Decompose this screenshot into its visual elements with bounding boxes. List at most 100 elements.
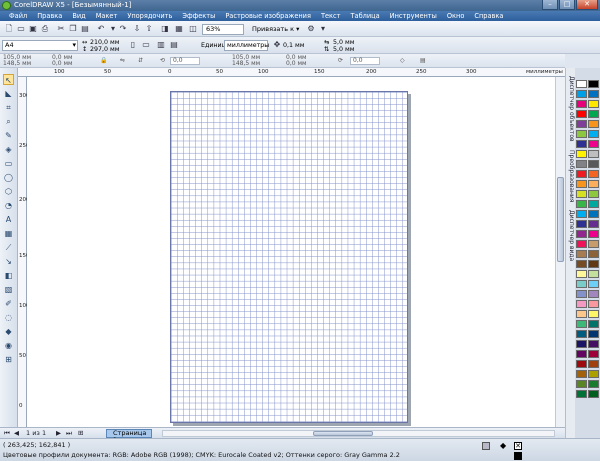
undo-dropdown-icon[interactable]: ▾ <box>108 24 118 34</box>
color-swatch[interactable] <box>576 350 587 358</box>
color-swatch[interactable] <box>588 300 599 308</box>
options-dropdown-icon[interactable]: ▾ <box>318 24 328 34</box>
color-swatch[interactable] <box>576 210 587 218</box>
basic-shapes-icon[interactable]: ◔ <box>3 200 14 211</box>
fill-tool-icon[interactable]: ◆ <box>3 326 14 337</box>
connector-tool-icon[interactable]: ↘ <box>3 256 14 267</box>
nudge-distance-field[interactable]: 0,1 мм <box>283 42 305 49</box>
export-icon[interactable]: ⇧ <box>144 24 154 34</box>
print-icon[interactable]: ⎙ <box>40 24 50 34</box>
color-swatch[interactable] <box>576 340 587 348</box>
menu-window[interactable]: Окно <box>442 11 470 21</box>
color-swatch[interactable] <box>576 100 587 108</box>
color-swatch[interactable] <box>588 210 599 218</box>
copy-icon[interactable]: ❐ <box>68 24 78 34</box>
color-swatch[interactable] <box>588 340 599 348</box>
color-swatch[interactable] <box>576 260 587 268</box>
size-h-field[interactable]: 0,0 мм <box>52 61 73 67</box>
color-swatch[interactable] <box>576 90 587 98</box>
cut-icon[interactable]: ✂ <box>56 24 66 34</box>
color-swatch[interactable] <box>588 390 599 398</box>
color-swatch[interactable] <box>588 230 599 238</box>
landscape-icon[interactable]: ▭ <box>141 40 151 50</box>
color-swatch[interactable] <box>576 230 587 238</box>
color-swatch[interactable] <box>588 90 599 98</box>
crop-tool-icon[interactable]: ⌗ <box>3 102 14 113</box>
wrap-text-icon[interactable]: ▤ <box>420 58 426 64</box>
color-swatch[interactable] <box>576 190 587 198</box>
convert-to-curves-icon[interactable]: ◇ <box>400 58 405 64</box>
menu-arrange[interactable]: Упорядочить <box>122 11 177 21</box>
minimize-button[interactable]: – <box>542 0 558 10</box>
redo-icon[interactable]: ↷ <box>118 24 128 34</box>
color-swatch[interactable] <box>588 200 599 208</box>
application-launcher-icon[interactable]: ◨ <box>160 24 170 34</box>
snap-to-button[interactable]: Привязать к ▾ <box>252 24 302 35</box>
prev-page-icon[interactable]: ◀ <box>14 429 19 438</box>
color-swatch[interactable] <box>576 370 587 378</box>
mesh-fill-icon[interactable]: ⊞ <box>3 354 14 365</box>
color-swatch[interactable] <box>588 250 599 258</box>
vertical-ruler[interactable]: 300 250 200 150 100 50 0 <box>18 77 30 427</box>
color-swatch[interactable] <box>588 170 599 178</box>
color-swatch[interactable] <box>588 110 599 118</box>
blend-tool-icon[interactable]: ◧ <box>3 270 14 281</box>
docker-tab-view-manager[interactable]: Диспетчер вида <box>567 210 575 261</box>
color-swatch[interactable] <box>588 180 599 188</box>
mirror-vertical-icon[interactable]: ⇵ <box>138 58 143 64</box>
color-swatch[interactable] <box>588 80 599 88</box>
interactive-fill-icon[interactable]: ◉ <box>3 340 14 351</box>
color-swatch[interactable] <box>576 270 587 278</box>
color-swatch[interactable] <box>588 150 599 158</box>
angle2-field[interactable]: 0,0 <box>350 57 380 65</box>
menu-layout[interactable]: Макет <box>91 11 123 21</box>
drawing-page-grid[interactable] <box>170 91 408 423</box>
color-swatch[interactable] <box>576 120 587 128</box>
color-swatch[interactable] <box>588 290 599 298</box>
import-icon[interactable]: ⇩ <box>132 24 142 34</box>
next-page-icon[interactable]: ▶ <box>56 429 61 438</box>
color-swatch[interactable] <box>588 330 599 338</box>
menu-file[interactable]: Файл <box>4 11 32 21</box>
freehand-tool-icon[interactable]: ✎ <box>3 130 14 141</box>
docker-tab-object-manager[interactable]: Диспетчер объектов <box>567 76 575 142</box>
close-button[interactable]: ✕ <box>576 0 598 10</box>
transparency-tool-icon[interactable]: ▧ <box>3 284 14 295</box>
dimension-tool-icon[interactable]: ⟋ <box>3 242 14 253</box>
color-swatch[interactable] <box>576 110 587 118</box>
color-swatch[interactable] <box>576 150 587 158</box>
pos-y-field[interactable]: 148,5 мм <box>3 61 31 67</box>
color-swatch[interactable] <box>588 260 599 268</box>
color-swatch[interactable] <box>588 140 599 148</box>
color-swatch[interactable] <box>576 320 587 328</box>
mirror-icon[interactable]: ⇋ <box>120 58 125 64</box>
horizontal-ruler[interactable]: 100 50 0 50 100 150 200 250 300 миллимет… <box>18 68 565 77</box>
color-swatch[interactable] <box>576 360 587 368</box>
color-swatch[interactable] <box>588 160 599 168</box>
color-swatch[interactable] <box>588 270 599 278</box>
rectangle-tool-icon[interactable]: ▭ <box>3 158 14 169</box>
menu-view[interactable]: Вид <box>67 11 90 21</box>
polygon-tool-icon[interactable]: ⬡ <box>3 186 14 197</box>
vertical-scroll-thumb[interactable] <box>557 177 564 262</box>
size-h2-field[interactable]: 0,0 мм <box>286 61 307 67</box>
lock-ratio-icon[interactable]: 🔒 <box>100 58 107 64</box>
color-swatch[interactable] <box>588 130 599 138</box>
undo-icon[interactable]: ↶ <box>96 24 106 34</box>
color-swatch[interactable] <box>588 280 599 288</box>
color-swatch[interactable] <box>576 310 587 318</box>
color-swatch[interactable] <box>588 220 599 228</box>
paper-size-select[interactable]: A4 <box>2 40 78 51</box>
color-swatch[interactable] <box>588 350 599 358</box>
pos-y2-field[interactable]: 148,5 мм <box>232 61 260 67</box>
color-swatch[interactable] <box>588 370 599 378</box>
color-swatch[interactable] <box>576 170 587 178</box>
color-swatch[interactable] <box>588 190 599 198</box>
menu-table[interactable]: Таблица <box>346 11 385 21</box>
all-pages-icon[interactable]: ▥ <box>156 40 166 50</box>
maximize-button[interactable]: □ <box>559 0 575 10</box>
paste-icon[interactable]: ▤ <box>80 24 90 34</box>
color-profiles-info[interactable]: Цветовые профили документа: RGB: Adobe R… <box>3 451 400 459</box>
color-swatch[interactable] <box>576 280 587 288</box>
color-swatch[interactable] <box>576 300 587 308</box>
